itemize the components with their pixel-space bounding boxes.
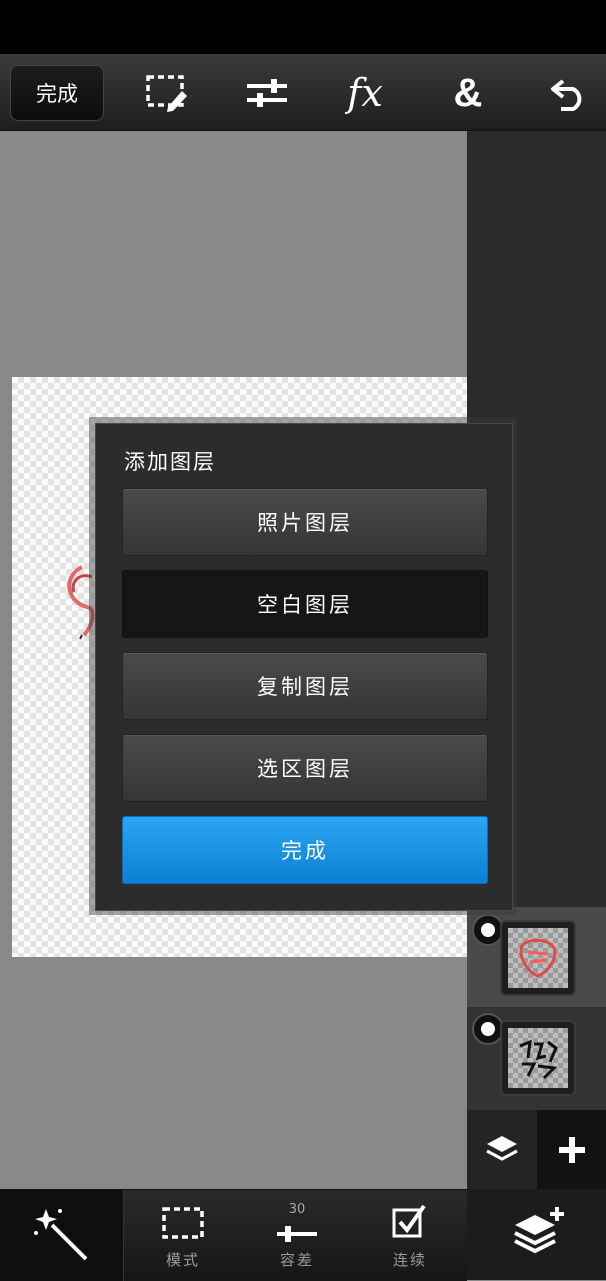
blend-icon[interactable]: & xyxy=(443,68,493,118)
add-layer-dialog: 添加图层 照片图层 空白图层 复制图层 选区图层 完成 xyxy=(95,423,513,911)
add-layer-button[interactable] xyxy=(537,1110,606,1189)
photo-layer-button[interactable]: 照片图层 xyxy=(122,488,488,556)
black-art-thumbnail-icon xyxy=(519,1039,558,1080)
mode-label: 模式 xyxy=(165,1251,200,1269)
layer-thumbnail[interactable] xyxy=(500,920,576,996)
plus-icon xyxy=(558,1136,585,1163)
tolerance-label: 容差 xyxy=(279,1251,314,1269)
magic-wand-tool[interactable] xyxy=(0,1190,124,1281)
undo-icon[interactable] xyxy=(544,68,594,118)
contiguous-label: 连续 xyxy=(392,1251,427,1269)
blank-layer-button[interactable]: 空白图层 xyxy=(122,570,488,638)
tolerance-slider-icon xyxy=(277,1226,317,1242)
add-layer-bottom-button[interactable] xyxy=(467,1189,606,1280)
bottom-toolbar: 模式 30 容差 连续 xyxy=(0,1189,467,1281)
dialog-done-button[interactable]: 完成 xyxy=(122,816,488,884)
fx-label: fx xyxy=(347,71,383,115)
selection-layer-button[interactable]: 选区图层 xyxy=(122,734,488,802)
duplicate-layer-button[interactable]: 复制图层 xyxy=(122,652,488,720)
blend-label: & xyxy=(453,70,483,115)
contiguous-check-icon xyxy=(392,1204,426,1238)
selection-edit-icon[interactable] xyxy=(142,68,192,118)
done-button[interactable]: 完成 xyxy=(10,65,104,121)
status-bar xyxy=(0,0,606,54)
marquee-icon xyxy=(162,1207,204,1239)
layer-thumbnail[interactable] xyxy=(500,1020,576,1096)
tolerance-value: 30 xyxy=(288,1202,306,1217)
layers-stack-button[interactable] xyxy=(467,1110,537,1189)
adjustments-icon[interactable] xyxy=(242,68,292,118)
mode-tool[interactable]: 模式 xyxy=(138,1190,228,1281)
tolerance-tool[interactable]: 30 容差 xyxy=(252,1190,342,1281)
magic-wand-icon xyxy=(34,1209,88,1261)
add-layer-icon xyxy=(514,1207,564,1254)
red-art-thumbnail-icon xyxy=(519,938,557,978)
top-toolbar: 完成 fx & xyxy=(0,54,606,131)
dialog-title: 添加图层 xyxy=(124,450,216,474)
layers-icon xyxy=(486,1135,518,1161)
fx-icon[interactable]: fx xyxy=(340,68,390,118)
contiguous-tool[interactable]: 连续 xyxy=(365,1190,455,1281)
